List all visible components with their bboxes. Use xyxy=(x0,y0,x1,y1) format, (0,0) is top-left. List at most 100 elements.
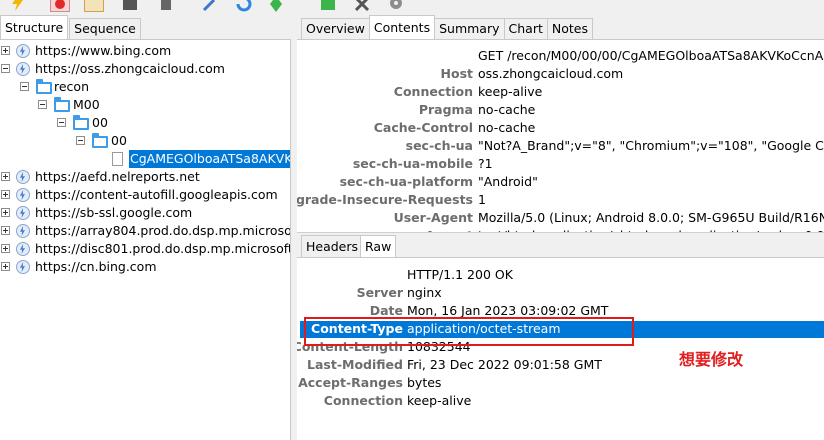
request-header-row[interactable]: Upgrade-Insecure-Requests 1 xyxy=(297,191,824,209)
expand-icon[interactable] xyxy=(1,244,10,253)
request-header-row[interactable]: sec-ch-ua-platform "Android" xyxy=(297,173,824,191)
request-header-row[interactable]: Pragma no-cache xyxy=(297,101,824,119)
tab-sequence[interactable]: Sequence xyxy=(69,18,141,39)
expand-icon[interactable] xyxy=(1,190,10,199)
tree-host-row[interactable]: https://sb-ssl.google.com xyxy=(0,204,290,222)
header-key: Cache-Control xyxy=(373,120,473,135)
tree-host-row[interactable]: https://disc801.prod.do.dsp.mp.microsoft… xyxy=(0,240,290,258)
tab-contents[interactable]: Contents xyxy=(368,15,436,39)
lightning-icon[interactable] xyxy=(8,0,28,12)
tree-host-row[interactable]: https://aefd.nelreports.net xyxy=(0,168,290,186)
tree-folder-row[interactable]: recon xyxy=(0,78,290,96)
folder-icon xyxy=(36,79,52,94)
tab-structure[interactable]: Structure xyxy=(0,15,69,39)
request-header-row[interactable]: sec-ch-ua "Not?A_Brand";v="8", "Chromium… xyxy=(297,137,824,155)
collapse-icon[interactable] xyxy=(38,100,47,109)
stream-icon[interactable] xyxy=(84,0,104,12)
folder-icon xyxy=(92,133,108,148)
expand-icon[interactable] xyxy=(1,172,10,181)
inspector-pane: Overview Contents Summary Chart Notes GE… xyxy=(297,14,824,440)
response-header-row[interactable]: Server nginx xyxy=(297,284,824,302)
refresh-icon[interactable] xyxy=(234,0,254,12)
annotation-text: 想要修改 xyxy=(679,350,744,369)
header-value: oss.zhongcaicloud.com xyxy=(478,66,624,81)
header-value: keep-alive xyxy=(478,84,543,99)
tree-host-label: https://sb-ssl.google.com xyxy=(35,205,193,220)
collapse-icon[interactable] xyxy=(20,82,29,91)
tree-folder-row[interactable]: 00 xyxy=(0,132,290,150)
tree-host-label: https://aefd.nelreports.net xyxy=(35,169,200,184)
tree-host-label: https://cn.bing.com xyxy=(35,259,157,274)
response-header-row[interactable]: Accept-Ranges bytes xyxy=(297,374,824,392)
header-key: Connection xyxy=(323,393,403,408)
tab-chart[interactable]: Chart xyxy=(503,18,548,39)
collapse-icon[interactable] xyxy=(1,64,10,73)
expand-icon[interactable] xyxy=(1,46,10,55)
header-value: "Not?A_Brand";v="8", "Chromium";v="108",… xyxy=(478,138,824,153)
header-value: bytes xyxy=(407,375,442,390)
tab-notes[interactable]: Notes xyxy=(546,18,593,39)
record-icon[interactable] xyxy=(50,0,70,12)
request-header-row[interactable]: Connection keep-alive xyxy=(297,83,824,101)
tree-folder-label: 00 xyxy=(92,115,108,130)
tree-host-row[interactable]: https://cn.bing.com xyxy=(0,258,290,276)
expand-icon[interactable] xyxy=(1,262,10,271)
printer-icon[interactable] xyxy=(120,0,140,12)
left-tab-bar: Structure Sequence xyxy=(0,14,291,40)
gear-icon[interactable] xyxy=(386,0,406,12)
file-icon xyxy=(112,152,123,166)
request-header-row[interactable]: User-Agent Mozilla/5.0 (Linux; Android 8… xyxy=(297,209,824,227)
tools-icon[interactable] xyxy=(352,0,372,12)
tree-folder-row[interactable]: 00 xyxy=(0,114,290,132)
tree-host-label: https://array804.prod.do.dsp.mp.microsof… xyxy=(35,223,290,238)
header-key: sec-ch-ua-platform xyxy=(339,174,473,189)
header-value: nginx xyxy=(407,285,442,300)
tab-overview[interactable]: Overview xyxy=(301,18,370,39)
request-header-row[interactable]: Cache-Control no-cache xyxy=(297,119,824,137)
tree-host-row[interactable]: https://content-autofill.googleapis.com xyxy=(0,186,290,204)
tab-summary[interactable]: Summary xyxy=(434,18,505,39)
header-key: sec-ch-ua-mobile xyxy=(352,156,473,171)
tree-host-label: https://content-autofill.googleapis.com xyxy=(35,187,278,202)
pen-icon[interactable] xyxy=(200,0,220,12)
tree-folder-row[interactable]: M00 xyxy=(0,96,290,114)
header-value: 1 xyxy=(478,192,486,207)
diamond-icon[interactable] xyxy=(266,0,286,12)
header-value: Fri, 23 Dec 2022 09:01:58 GMT xyxy=(407,357,602,372)
tree-host-label: https://www.bing.com xyxy=(35,43,172,58)
header-value: Mozilla/5.0 (Linux; Android 8.0.0; SM-G9… xyxy=(478,210,824,225)
expand-icon[interactable] xyxy=(1,208,10,217)
lightning-globe-icon xyxy=(16,224,30,238)
response-header-view: HTTP/1.1 200 OK Server nginx Date Mon, 1… xyxy=(297,260,824,440)
tab-headers[interactable]: Headers xyxy=(301,235,364,257)
collapse-icon[interactable] xyxy=(76,136,85,145)
status-line: HTTP/1.1 200 OK xyxy=(407,267,513,282)
header-key: Accept-Ranges xyxy=(298,375,403,390)
request-header-row[interactable]: Host oss.zhongcaicloud.com xyxy=(297,65,824,83)
tree-host-row[interactable]: https://oss.zhongcaicloud.com xyxy=(0,60,290,78)
header-key: Host xyxy=(440,66,473,81)
response-header-row[interactable]: Connection keep-alive xyxy=(297,392,824,410)
lightning-globe-icon xyxy=(16,170,30,184)
green-box-icon[interactable] xyxy=(318,0,338,12)
folder-icon xyxy=(54,97,70,112)
tree-folder-label: M00 xyxy=(73,97,100,112)
response-header-row[interactable]: Last-Modified Fri, 23 Dec 2022 09:01:58 … xyxy=(297,356,824,374)
structure-pane: Structure Sequence https://www.bing.com … xyxy=(0,14,291,440)
trash-icon[interactable] xyxy=(156,0,176,12)
expand-icon[interactable] xyxy=(1,226,10,235)
lightning-globe-icon xyxy=(16,44,30,58)
request-header-row[interactable]: sec-ch-ua-mobile ?1 xyxy=(297,155,824,173)
lightning-globe-icon xyxy=(16,206,30,220)
tree-file-row[interactable]: CgAMEGOlboaATSa8AKVKo xyxy=(0,150,290,168)
header-key: Last-Modified xyxy=(307,357,403,372)
collapse-icon[interactable] xyxy=(57,118,66,127)
tree-host-row[interactable]: https://array804.prod.do.dsp.mp.microsof… xyxy=(0,222,290,240)
folder-icon xyxy=(73,115,89,130)
annotation-box xyxy=(304,317,634,346)
header-key: User-Agent xyxy=(393,210,473,225)
header-value: ?1 xyxy=(478,156,493,171)
tab-raw[interactable]: Raw xyxy=(360,235,397,257)
tree-host-row[interactable]: https://www.bing.com xyxy=(0,42,290,60)
selected-file-label[interactable]: CgAMEGOlboaATSa8AKVKo xyxy=(129,150,290,168)
